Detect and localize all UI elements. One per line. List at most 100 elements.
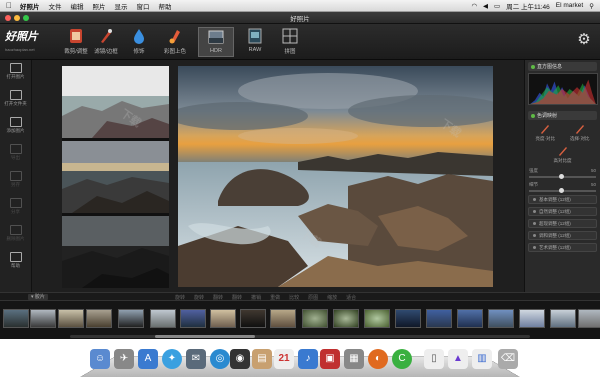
flip-vertical-button[interactable]: 翻转 [232, 294, 242, 301]
film-thumbnail[interactable] [364, 309, 390, 328]
camera-icon[interactable]: ◉ [230, 349, 250, 369]
folder-icon[interactable]: ▥ [472, 349, 492, 369]
preview-icon[interactable]: ▦ [344, 349, 364, 369]
sidebar-help[interactable]: 帮助 [0, 252, 31, 276]
mail-icon[interactable]: ✉ [186, 349, 206, 369]
film-thumbnail[interactable] [180, 309, 206, 328]
preset-artistic[interactable]: 艺术调整 (12组) [528, 243, 597, 252]
firefox-icon[interactable]: ◐ [368, 349, 388, 369]
tool-raw[interactable]: RAW [237, 27, 273, 57]
tool-colorize[interactable]: 彩图上色 [157, 27, 193, 57]
menu-photo[interactable]: 照片 [93, 1, 106, 11]
exposure-thumbnail-normal[interactable] [62, 141, 169, 213]
menu-app[interactable]: 好照片 [20, 1, 40, 11]
film-thumbnail[interactable] [86, 309, 112, 328]
fit-button[interactable]: 适合 [346, 294, 356, 301]
zoom-window-button[interactable] [23, 15, 29, 21]
menu-user[interactable]: El market [556, 2, 583, 9]
launchpad-icon[interactable]: ✈ [114, 349, 134, 369]
film-thumbnail[interactable] [550, 309, 576, 328]
menu-edit[interactable]: 编辑 [71, 1, 84, 11]
film-thumbnail[interactable] [302, 309, 328, 328]
detail-slider[interactable] [529, 188, 596, 193]
menu-window[interactable]: 窗口 [137, 1, 150, 11]
tool-brightness-contrast[interactable]: 亮度·对比 [534, 123, 556, 142]
tool-retouch[interactable]: 修饰 [121, 27, 157, 57]
film-thumbnail[interactable] [58, 309, 84, 328]
tool-filter-frame[interactable]: 滤镜/边框 [88, 27, 124, 57]
sidebar-share[interactable]: 分享 [0, 198, 31, 222]
main-photo-canvas[interactable] [178, 66, 493, 287]
rotate-right-button[interactable]: 旋转 [194, 294, 204, 301]
original-button[interactable]: 原图 [308, 294, 318, 301]
film-thumbnail[interactable] [150, 309, 176, 328]
scrollbar-thumb[interactable] [155, 335, 255, 338]
tool-selective-contrast[interactable]: 选择·对比 [569, 123, 591, 142]
sidebar-save-as[interactable]: 另存 [0, 171, 31, 195]
itunes-icon[interactable]: ♪ [298, 349, 318, 369]
document-icon[interactable]: ▯ [424, 349, 444, 369]
slider-knob[interactable] [559, 188, 564, 193]
spotlight-icon[interactable]: ⚲ [589, 2, 594, 10]
app-icon[interactable]: C [392, 349, 412, 369]
undo-button[interactable]: 撤销 [251, 294, 261, 301]
apple-menu-icon[interactable]:  [6, 1, 12, 10]
film-thumbnail[interactable] [426, 309, 452, 328]
browser-icon[interactable]: ◎ [210, 349, 230, 369]
preset-basic[interactable]: 基本调整 (12组) [528, 195, 597, 204]
compare-button[interactable]: 比较 [289, 294, 299, 301]
slider-knob[interactable] [559, 174, 564, 179]
film-thumbnail[interactable] [3, 309, 29, 328]
film-thumbnail[interactable] [118, 309, 144, 328]
calendar-icon[interactable]: 21 [274, 349, 294, 369]
flip-horizontal-button[interactable]: 翻转 [213, 294, 223, 301]
sidebar-export[interactable]: 导出 [0, 144, 31, 168]
exposure-thumbnail-bright[interactable] [62, 66, 169, 138]
minimize-window-button[interactable] [14, 15, 20, 21]
tool-collage[interactable]: 拼图 [272, 27, 308, 57]
rotate-left-button[interactable]: 旋转 [175, 294, 185, 301]
exposure-thumbnail-dark[interactable] [62, 216, 169, 288]
sidebar-add-image[interactable]: 添加图片 [0, 117, 31, 141]
menu-clock[interactable]: 周二 上午11:46 [506, 1, 550, 11]
film-thumbnail[interactable] [578, 309, 600, 328]
close-window-button[interactable] [5, 15, 11, 21]
trash-icon[interactable]: ⌫ [498, 349, 518, 369]
appstore-icon[interactable]: A [138, 349, 158, 369]
preset-surreal[interactable]: 超现调整 (12组) [528, 219, 597, 228]
film-thumbnail[interactable] [395, 309, 421, 328]
tone-mapping-header[interactable]: 色调映射 [528, 111, 597, 120]
filmstrip-scrollbar[interactable] [70, 335, 530, 338]
battery-icon[interactable]: ▭ [494, 2, 500, 10]
sidebar-open-folder[interactable]: 打开文件夹 [0, 90, 31, 114]
histogram-header[interactable]: 直方图信息 [528, 62, 597, 71]
color-picker-icon[interactable]: ▲ [448, 349, 468, 369]
film-thumbnail[interactable] [488, 309, 514, 328]
sidebar-delete[interactable]: 删除图片 [0, 225, 31, 249]
photo-booth-icon[interactable]: ▣ [320, 349, 340, 369]
film-thumbnail[interactable] [519, 309, 545, 328]
zoom-button[interactable]: 缩放 [327, 294, 337, 301]
contacts-icon[interactable]: ▤ [252, 349, 272, 369]
redo-button[interactable]: 重做 [270, 294, 280, 301]
preset-natural[interactable]: 自然调整 (12组) [528, 207, 597, 216]
film-thumbnail[interactable] [240, 309, 266, 328]
menu-help[interactable]: 帮助 [159, 1, 172, 11]
strength-slider[interactable] [529, 174, 596, 179]
settings-button[interactable]: ⚙ [576, 32, 592, 48]
finder-icon[interactable]: ☺ [90, 349, 110, 369]
filmstrip-toggle[interactable]: ▾ 胶片 [28, 294, 48, 300]
film-thumbnail[interactable] [30, 309, 56, 328]
menu-file[interactable]: 文件 [49, 1, 62, 11]
tool-hdr[interactable]: HDR [198, 27, 234, 57]
tool-high-contrast[interactable]: 高对比度 [552, 145, 574, 164]
menu-view[interactable]: 显示 [115, 1, 128, 11]
film-thumbnail[interactable] [457, 309, 483, 328]
film-thumbnail[interactable] [270, 309, 296, 328]
volume-icon[interactable]: ◀ [483, 2, 488, 10]
sidebar-open-image[interactable]: 打开图片 [0, 63, 31, 87]
film-thumbnail[interactable] [333, 309, 359, 328]
wifi-icon[interactable]: ◠ [471, 2, 477, 10]
safari-icon[interactable]: ✦ [162, 349, 182, 369]
preset-harmonic[interactable]: 调和调整 (12组) [528, 231, 597, 240]
